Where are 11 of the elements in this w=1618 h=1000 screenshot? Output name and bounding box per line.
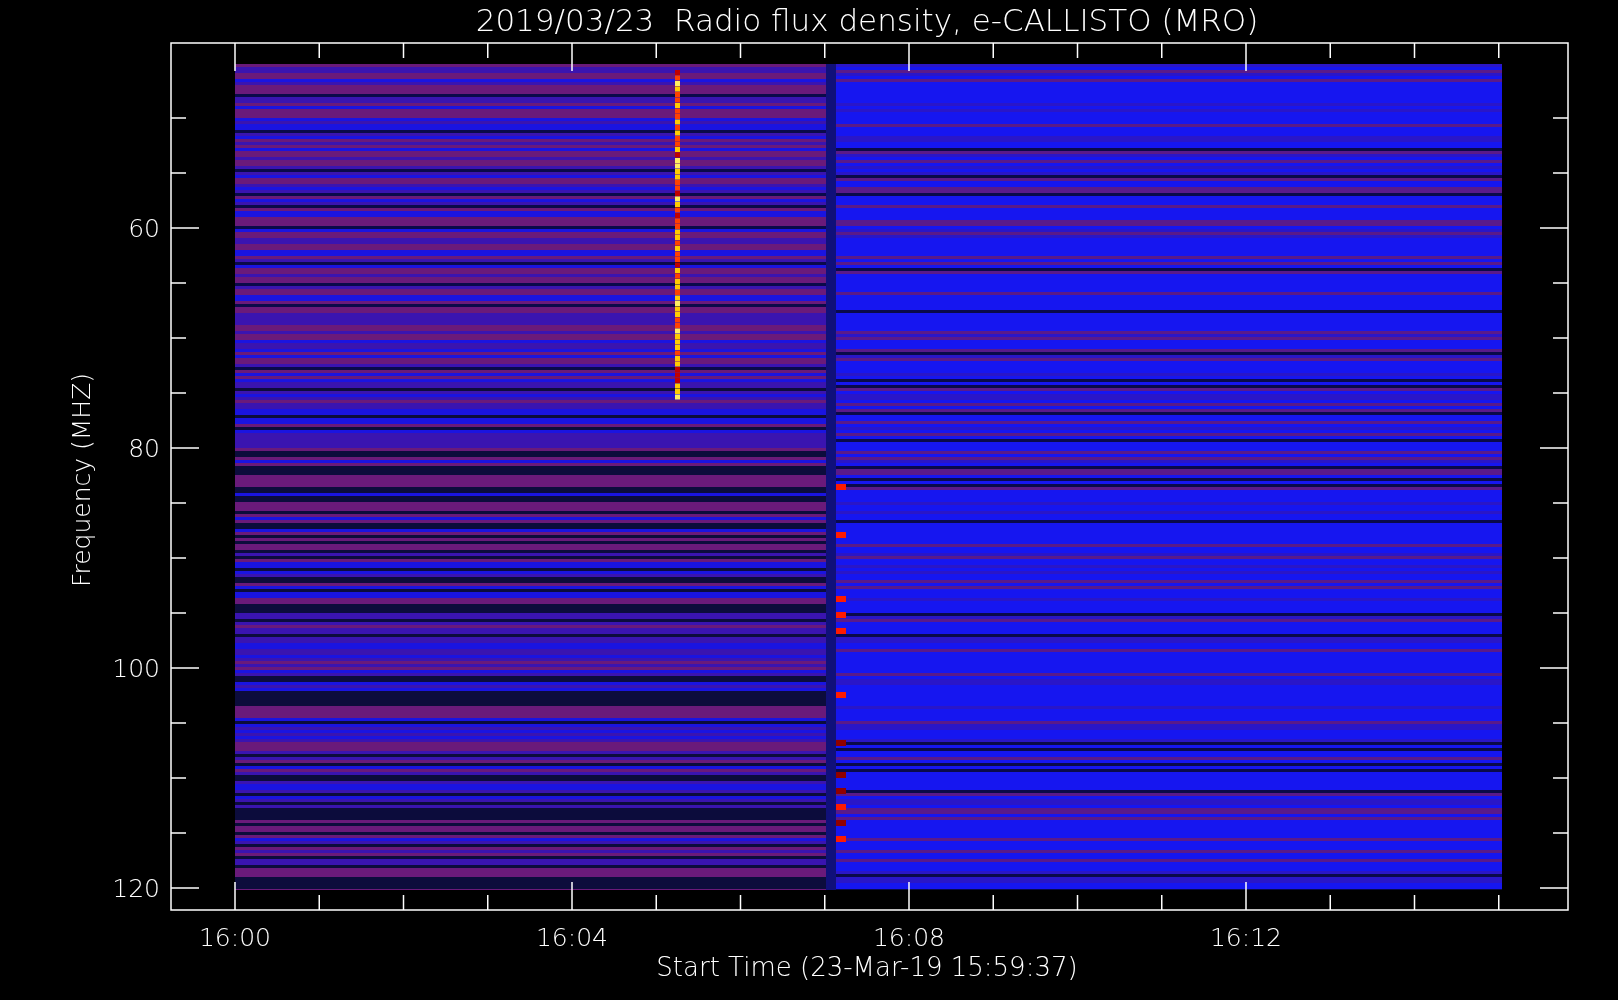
- tick-label: 100: [112, 654, 160, 683]
- tick-label: 16:04: [536, 923, 608, 952]
- y-axis-label: Frequency (MHZ): [67, 372, 96, 588]
- chart-title: 2019/03/23 Radio flux density, e-CALLISTO (MRO): [475, 2, 1259, 38]
- tick-label: 16:08: [873, 923, 945, 952]
- tick-label: 120: [112, 874, 160, 903]
- tick-label: 16:12: [1210, 923, 1282, 952]
- tick-label: 60: [128, 214, 160, 243]
- tick-label: 80: [128, 434, 160, 463]
- tick-label: 16:00: [199, 923, 271, 952]
- x-axis-label: Start Time (23-Mar-19 15:59:37): [656, 952, 1078, 982]
